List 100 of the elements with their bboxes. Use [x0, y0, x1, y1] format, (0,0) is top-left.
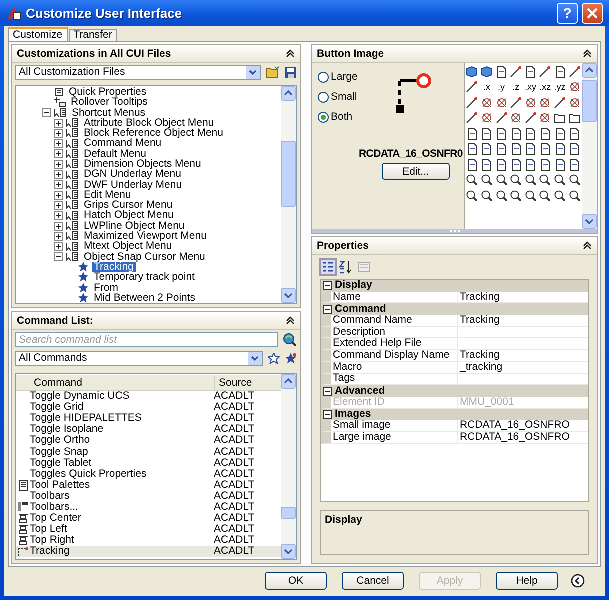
command-row[interactable]: Toggles Quick Properties ACADLT — [16, 468, 281, 480]
collapse-box-icon[interactable] — [323, 386, 332, 396]
column-header[interactable]: Source — [215, 376, 252, 390]
page-icon[interactable] — [569, 143, 580, 156]
tree-item[interactable]: Rollover Tooltips — [69, 97, 150, 108]
property-value[interactable]: Tracking — [458, 292, 588, 303]
magnifier-icon[interactable] — [524, 174, 537, 186]
tree-item[interactable]: Quick Properties — [67, 86, 149, 98]
expander-icon[interactable] — [54, 232, 63, 241]
line-icon[interactable] — [466, 81, 478, 94]
collapse-icon[interactable] — [286, 316, 295, 325]
axis-label[interactable]: .xy — [525, 82, 537, 92]
magnifier-icon[interactable] — [539, 190, 552, 202]
expander-icon[interactable] — [54, 139, 63, 148]
tree-item[interactable]: DGN Underlay Menu — [82, 169, 184, 180]
command-row[interactable]: Toggle HIDEPALETTES ACADLT — [16, 413, 281, 424]
help-button[interactable]: ? — [557, 2, 578, 24]
folder-icon[interactable] — [568, 112, 581, 124]
star-icon[interactable] — [285, 353, 297, 364]
tree-item[interactable]: Tracking — [92, 262, 136, 272]
expander-icon[interactable] — [54, 200, 63, 210]
size-radio[interactable]: Both — [318, 111, 353, 123]
page-icon[interactable] — [540, 158, 551, 171]
tree-item[interactable]: From — [92, 282, 120, 294]
command-row[interactable]: Tool Palettes ACADLT — [16, 480, 281, 491]
tree-item[interactable]: Command Menu — [82, 138, 164, 149]
line-icon[interactable] — [554, 96, 566, 109]
sort-icon[interactable] — [338, 259, 354, 275]
expander-icon[interactable] — [54, 170, 63, 180]
dialog-button[interactable]: Cancel — [342, 572, 404, 590]
circle-icon[interactable] — [510, 112, 522, 124]
command-row[interactable]: Tracking ACADLT — [16, 546, 281, 558]
property-value[interactable]: Tracking — [458, 314, 588, 326]
edit-button[interactable]: Edit... — [382, 163, 450, 180]
tree-item[interactable]: Hatch Object Menu — [82, 210, 176, 221]
expander-icon[interactable] — [54, 211, 63, 220]
command-row[interactable]: Toggle Tablet ACADLT — [16, 458, 281, 469]
axis-label[interactable]: .y — [498, 82, 506, 92]
page-icon[interactable] — [554, 158, 566, 171]
tab[interactable]: Customize — [8, 27, 68, 41]
magnifier-icon[interactable] — [480, 174, 493, 186]
page-icon[interactable] — [569, 128, 580, 140]
page-icon[interactable] — [525, 158, 536, 171]
scroll-down-icon[interactable] — [281, 544, 296, 559]
tree-item[interactable]: Shortcut Menus — [70, 108, 148, 118]
command-row[interactable]: Top Right ACADLT — [16, 535, 281, 546]
scroll-up-icon[interactable] — [281, 374, 296, 389]
search-icon[interactable] — [283, 332, 297, 346]
collapse-icon[interactable] — [583, 241, 592, 250]
expander-icon[interactable] — [54, 242, 63, 252]
dialog-button[interactable]: Help — [496, 572, 558, 590]
star-icon[interactable] — [268, 353, 280, 364]
line-icon[interactable] — [539, 66, 552, 78]
magnifier-icon[interactable] — [510, 174, 522, 186]
scrollbar[interactable] — [281, 374, 296, 559]
command-row[interactable]: Top Center ACADLT — [16, 513, 281, 524]
scroll-up-icon[interactable] — [281, 86, 296, 101]
expander-icon[interactable] — [54, 180, 63, 190]
save-icon[interactable] — [285, 66, 297, 78]
expander-icon[interactable] — [54, 222, 63, 230]
page-icon[interactable] — [525, 128, 536, 140]
magnifier-icon[interactable] — [568, 174, 581, 186]
expander-icon[interactable] — [54, 190, 63, 200]
collapse-box-icon[interactable] — [323, 304, 332, 314]
expander-icon[interactable] — [54, 160, 63, 169]
command-row[interactable]: Toggle Grid ACADLT — [16, 402, 281, 414]
tree-item[interactable]: Dimension Objects Menu — [82, 158, 204, 170]
line-icon[interactable] — [510, 96, 522, 109]
dialog-button[interactable]: OK — [265, 572, 327, 590]
page-icon[interactable] — [466, 143, 478, 156]
page-icon[interactable] — [481, 143, 492, 156]
magnifier-icon[interactable] — [524, 190, 537, 202]
cube-icon[interactable] — [466, 66, 478, 78]
size-radio[interactable]: Small — [318, 91, 358, 103]
circle-icon[interactable] — [568, 81, 581, 94]
tree-item[interactable]: Mtext Object Menu — [82, 241, 174, 252]
page-icon[interactable] — [510, 158, 522, 171]
collapse-box-icon[interactable] — [323, 410, 332, 419]
scrollbar-thumb[interactable] — [281, 141, 296, 207]
page-icon[interactable] — [496, 143, 508, 156]
page-icon[interactable] — [510, 128, 522, 140]
tree-item[interactable]: Attribute Block Object Menu — [82, 118, 216, 128]
page-icon[interactable] — [496, 66, 508, 78]
circle-icon[interactable] — [480, 96, 493, 109]
circle-icon[interactable] — [496, 96, 508, 109]
page-icon[interactable] — [466, 158, 478, 171]
expander-icon[interactable] — [54, 149, 63, 158]
tree-item[interactable]: DWF Underlay Menu — [82, 180, 184, 190]
property-value[interactable]: RCDATA_16_OSNFRO — [458, 432, 588, 443]
line-icon[interactable] — [466, 96, 478, 109]
command-row[interactable]: Toggle Dynamic UCS ACADLT — [16, 391, 281, 402]
property-value[interactable]: _tracking — [458, 362, 588, 373]
tree-item[interactable]: Temporary track point — [92, 272, 197, 283]
tree-item[interactable]: Edit Menu — [82, 190, 134, 200]
page-icon[interactable] — [540, 143, 551, 156]
line-icon[interactable] — [524, 112, 537, 124]
magnifier-icon[interactable] — [466, 190, 478, 202]
magnifier-icon[interactable] — [554, 174, 566, 186]
command-row[interactable]: Toolbars ACADLT — [16, 490, 281, 502]
close-button[interactable] — [582, 2, 603, 24]
